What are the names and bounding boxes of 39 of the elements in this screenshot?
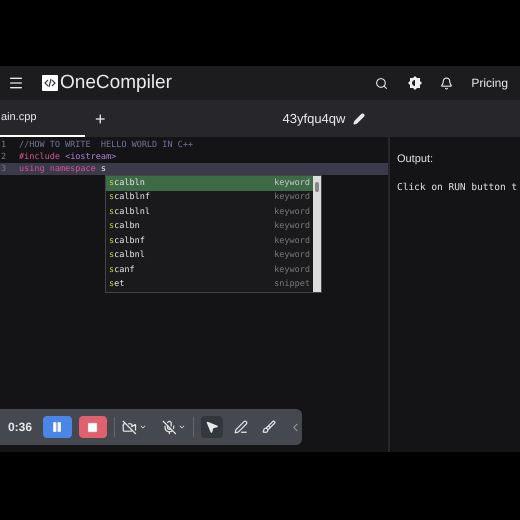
code-line: using namespace s <box>19 162 106 176</box>
stop-button[interactable] <box>78 416 108 438</box>
line-number: 2 <box>0 150 8 164</box>
stop-icon <box>87 422 98 432</box>
suggestion-item[interactable]: set snippet <box>106 278 313 292</box>
theme-toggle-icon[interactable] <box>408 76 422 90</box>
pen-icon <box>234 420 248 434</box>
suggestion-item[interactable]: scalbnl keyword <box>106 248 313 263</box>
camera-off-icon[interactable] <box>122 420 137 434</box>
suggestion-item[interactable]: scalbnf keyword <box>106 234 313 248</box>
scrollbar[interactable] <box>313 176 321 292</box>
output-text: Click on RUN button t <box>397 180 518 194</box>
pause-icon <box>51 421 64 433</box>
add-tab-button[interactable]: + <box>95 110 106 128</box>
suggestion-item[interactable]: scalblnl keyword <box>106 205 313 220</box>
dropdown-caret-icon[interactable] <box>178 423 186 431</box>
suggestion-item[interactable]: scalbln keyword <box>106 176 313 190</box>
suggestion-item[interactable]: scalbn keyword <box>106 220 313 234</box>
suggestion-item[interactable]: scanf keyword <box>106 263 313 278</box>
notification-icon[interactable] <box>440 76 454 90</box>
line-number: 3 <box>0 162 8 176</box>
pointer-icon <box>205 420 220 434</box>
search-icon[interactable] <box>375 76 388 90</box>
pointer-tool-button[interactable] <box>201 416 223 438</box>
code-line: //HOW TO WRITE HELLO WORLD IN C++ <box>19 138 193 152</box>
code-line: #include <iostream> <box>19 150 116 164</box>
logo-text[interactable]: OneCompiler <box>60 68 172 98</box>
pricing-link[interactable]: Pricing <box>471 74 508 92</box>
recording-timer: 0:36 <box>8 419 32 436</box>
menu-icon[interactable] <box>8 75 24 91</box>
code-logo-icon <box>42 75 58 91</box>
project-name: 43yfqu4qw <box>282 110 346 128</box>
pause-button[interactable] <box>43 416 72 438</box>
line-number: 1 <box>0 138 8 152</box>
edit-icon[interactable] <box>353 112 366 124</box>
dropdown-caret-icon[interactable] <box>138 423 147 431</box>
mic-off-icon[interactable] <box>162 420 176 434</box>
suggestion-item[interactable]: scalblnf keyword <box>106 190 313 205</box>
output-title: Output: <box>397 152 434 167</box>
